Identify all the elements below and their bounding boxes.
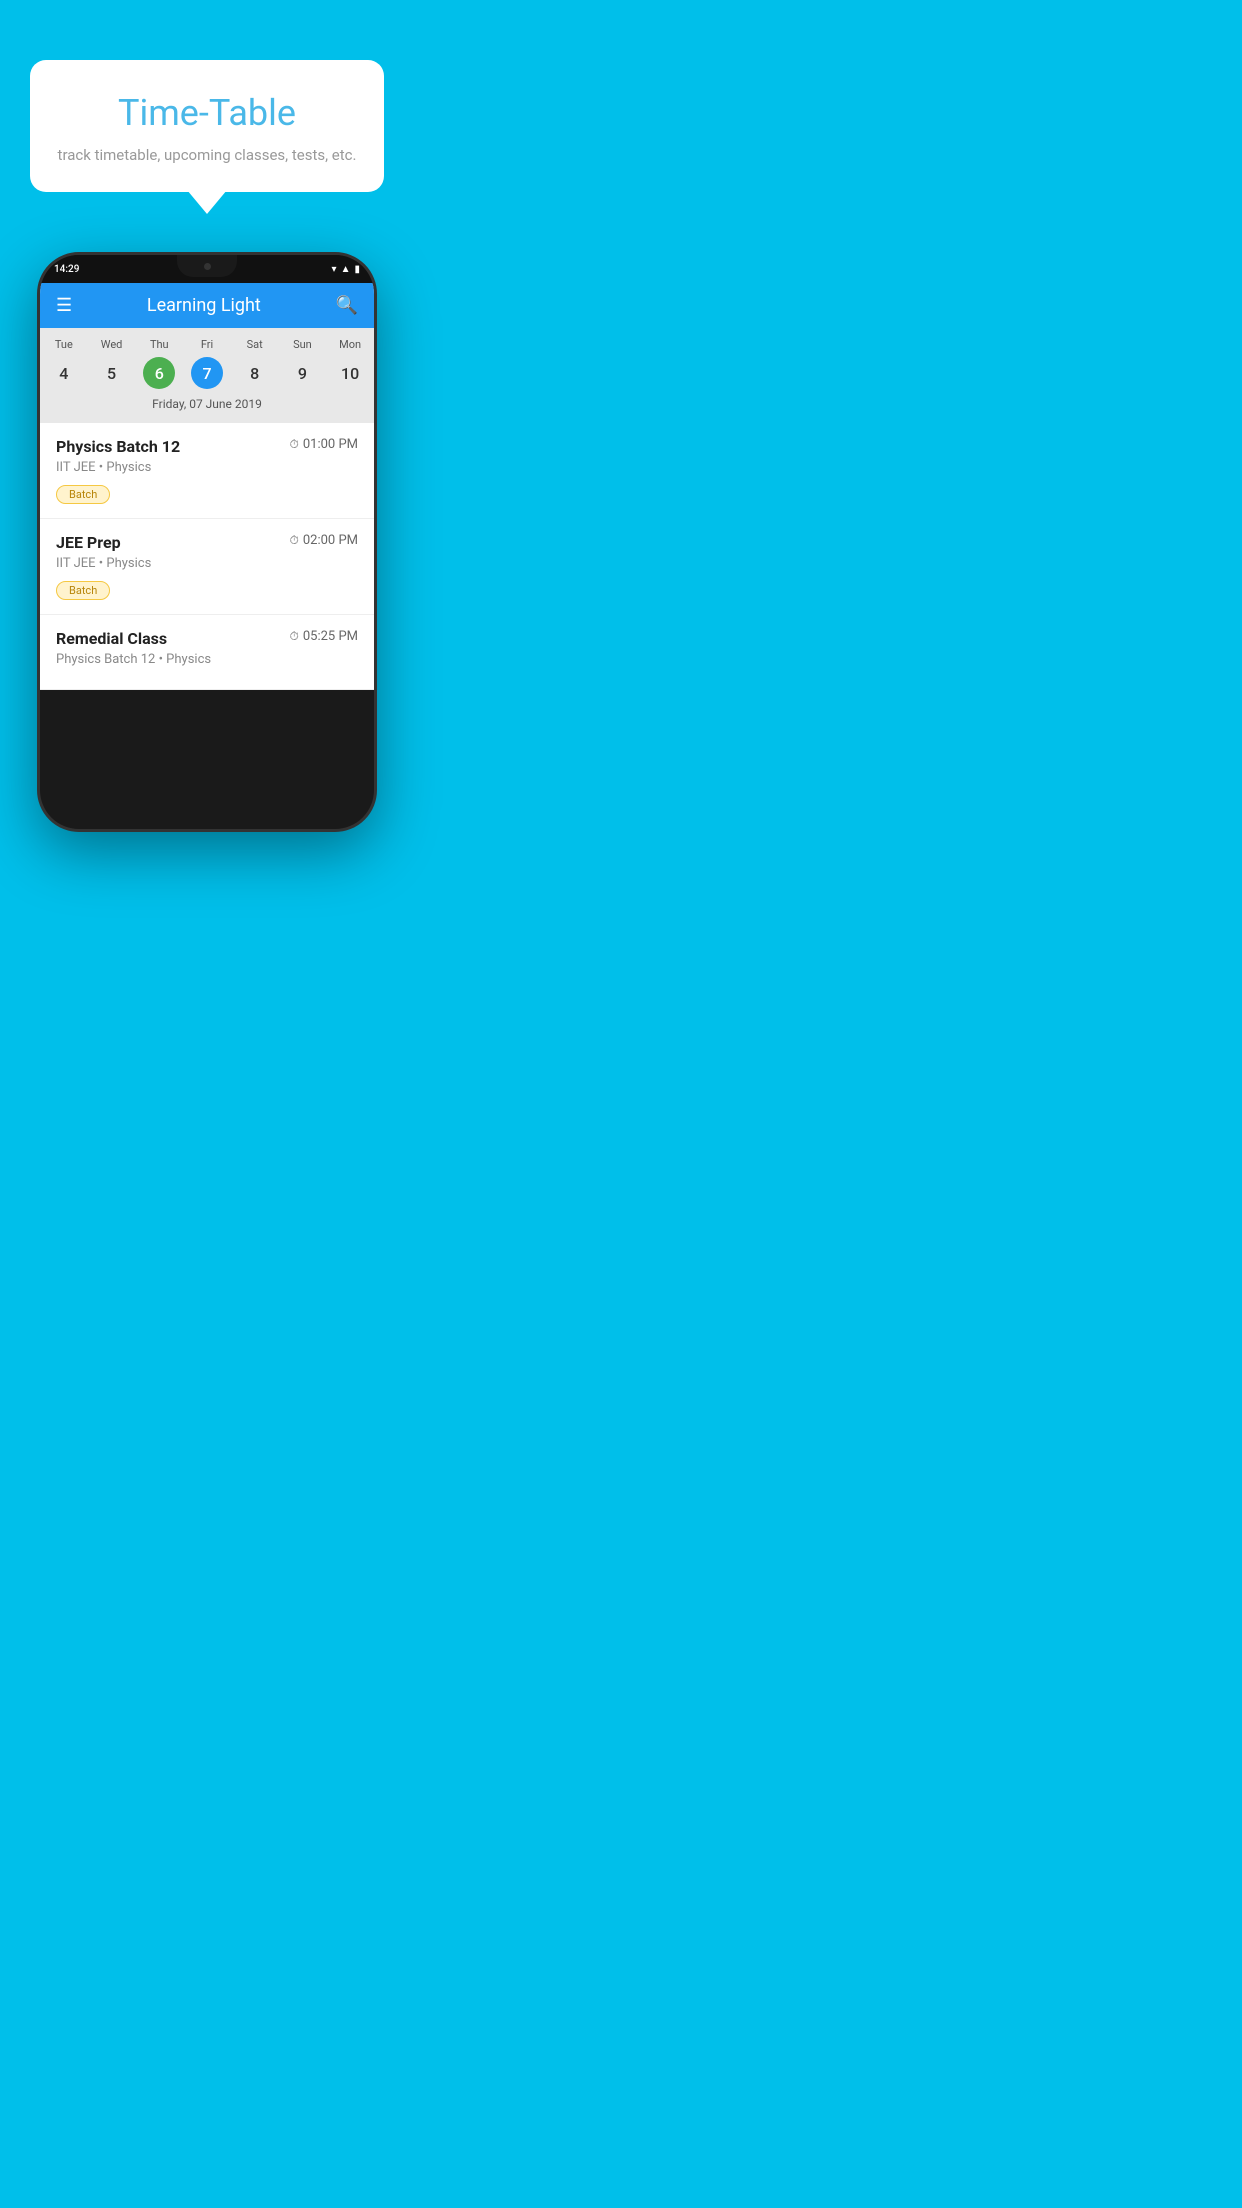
date-7-selected[interactable]: 7 — [191, 357, 223, 389]
day-numbers: 4 5 6 7 8 9 10 — [40, 357, 374, 389]
day-header-fri: Fri — [183, 338, 231, 351]
date-4[interactable]: 4 — [40, 357, 88, 389]
tooltip-subtitle: track timetable, upcoming classes, tests… — [58, 146, 357, 164]
clock-icon-3: ⏱ — [289, 629, 298, 644]
schedule-item-remedial[interactable]: Remedial Class ⏱ 05:25 PM Physics Batch … — [40, 615, 374, 690]
schedule-item-jee-prep[interactable]: JEE Prep ⏱ 02:00 PM IIT JEE • Physics Ba… — [40, 519, 374, 615]
day-headers: Tue Wed Thu Fri Sat Sun Mon — [40, 338, 374, 351]
schedule-time-1: ⏱ 01:00 PM — [289, 437, 358, 452]
schedule-item-physics-batch[interactable]: Physics Batch 12 ⏱ 01:00 PM IIT JEE • Ph… — [40, 423, 374, 519]
hamburger-icon[interactable]: ☰ — [56, 297, 72, 315]
tooltip-card: Time-Table track timetable, upcoming cla… — [30, 60, 385, 192]
date-9[interactable]: 9 — [279, 357, 327, 389]
schedule-subtitle-2: IIT JEE • Physics — [56, 556, 358, 571]
camera-dot — [204, 263, 211, 270]
day-header-thu: Thu — [135, 338, 183, 351]
phone-notch: 14:29 ▾ ▲ ▮ — [40, 255, 374, 283]
schedule-item-header-2: JEE Prep ⏱ 02:00 PM — [56, 533, 358, 552]
notch-cutout — [177, 255, 237, 277]
status-time: 14:29 — [54, 264, 79, 275]
date-10[interactable]: 10 — [326, 357, 374, 389]
tooltip-title: Time-Table — [58, 92, 357, 134]
app-bar-title: Learning Light — [147, 295, 261, 316]
schedule-title-3: Remedial Class — [56, 629, 167, 648]
day-header-mon: Mon — [326, 338, 374, 351]
schedule-item-header-1: Physics Batch 12 ⏱ 01:00 PM — [56, 437, 358, 456]
schedule-item-header-3: Remedial Class ⏱ 05:25 PM — [56, 629, 358, 648]
date-5[interactable]: 5 — [88, 357, 136, 389]
status-icons: ▾ ▲ ▮ — [332, 264, 360, 275]
app-bar: ☰ Learning Light 🔍 — [40, 283, 374, 328]
battery-icon: ▮ — [354, 264, 360, 275]
schedule-title-1: Physics Batch 12 — [56, 437, 180, 456]
schedule-list: Physics Batch 12 ⏱ 01:00 PM IIT JEE • Ph… — [40, 423, 374, 690]
clock-icon-1: ⏱ — [289, 437, 298, 452]
wifi-icon: ▾ — [332, 264, 337, 275]
day-header-sun: Sun — [279, 338, 327, 351]
selected-date-label: Friday, 07 June 2019 — [40, 397, 374, 415]
schedule-subtitle-1: IIT JEE • Physics — [56, 460, 358, 475]
schedule-time-3: ⏱ 05:25 PM — [289, 629, 358, 644]
schedule-time-2: ⏱ 02:00 PM — [289, 533, 358, 548]
phone-mockup: 14:29 ▾ ▲ ▮ ☰ Learning Light 🔍 Tue — [37, 252, 377, 832]
schedule-subtitle-3: Physics Batch 12 • Physics — [56, 652, 358, 667]
search-icon[interactable]: 🔍 — [336, 295, 358, 316]
schedule-title-2: JEE Prep — [56, 533, 121, 552]
calendar-strip: Tue Wed Thu Fri Sat Sun Mon 4 5 6 7 8 9 … — [40, 328, 374, 423]
clock-icon-2: ⏱ — [289, 533, 298, 548]
batch-badge-1: Batch — [56, 485, 110, 504]
date-8[interactable]: 8 — [231, 357, 279, 389]
day-header-sat: Sat — [231, 338, 279, 351]
signal-icon: ▲ — [341, 264, 351, 275]
date-6-today[interactable]: 6 — [143, 357, 175, 389]
phone-wrapper: 14:29 ▾ ▲ ▮ ☰ Learning Light 🔍 Tue — [0, 252, 414, 832]
batch-badge-2: Batch — [56, 581, 110, 600]
app-screen: ☰ Learning Light 🔍 Tue Wed Thu Fri Sat S… — [40, 283, 374, 690]
day-header-tue: Tue — [40, 338, 88, 351]
day-header-wed: Wed — [88, 338, 136, 351]
